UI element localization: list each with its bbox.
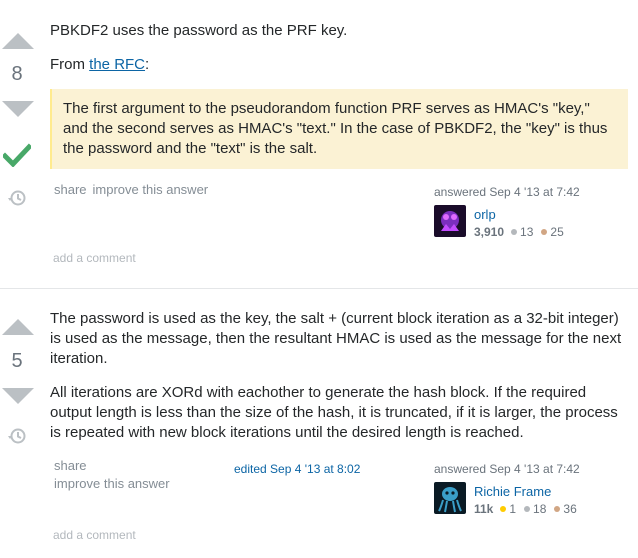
- share-link[interactable]: share: [54, 457, 194, 475]
- answer-body: The password is used as the key, the sal…: [50, 309, 628, 457]
- history-icon[interactable]: [8, 427, 26, 445]
- answer-body: PBKDF2 uses the password as the PRF key.…: [50, 21, 628, 169]
- history-icon[interactable]: [8, 189, 26, 207]
- add-comment-link[interactable]: add a comment: [53, 251, 136, 265]
- answer-1: 8 PBKDF2 uses the password as the PRF ke…: [0, 0, 638, 288]
- answered-timestamp: answered Sep 4 '13 at 7:42: [434, 185, 580, 199]
- user-stats: 11k 1 18 36: [474, 502, 577, 516]
- improve-answer-link[interactable]: improve this answer: [54, 475, 194, 493]
- from-prefix: From: [50, 56, 90, 73]
- add-comment-link[interactable]: add a comment: [53, 528, 136, 542]
- answer-paragraph: The password is used as the key, the sal…: [50, 310, 622, 367]
- gold-badge-icon: [500, 506, 507, 513]
- vote-down-arrow-icon[interactable]: [2, 388, 34, 404]
- improve-answer-link[interactable]: improve this answer: [93, 182, 209, 197]
- answered-timestamp: answered Sep 4 '13 at 7:42: [434, 462, 580, 476]
- edited-timestamp-link[interactable]: edited Sep 4 '13 at 8:02: [234, 462, 360, 476]
- silver-badge-icon: [524, 506, 531, 513]
- bronze-badge-count: 25: [550, 225, 564, 239]
- rfc-link[interactable]: the RFC: [89, 56, 145, 73]
- silver-badge-count: 13: [520, 225, 534, 239]
- answer-paragraph-from: From the RFC:: [50, 55, 628, 75]
- silver-badge-icon: [511, 229, 518, 236]
- user-name-link[interactable]: Richie Frame: [474, 484, 551, 499]
- post-menu: share improve this answer: [54, 181, 214, 199]
- vote-up-arrow-icon[interactable]: [2, 319, 34, 335]
- answer-paragraph: All iterations are XORd with eachother t…: [50, 384, 618, 441]
- avatar-image: [434, 205, 466, 237]
- bronze-badge-count: 36: [563, 502, 577, 516]
- user-name-link[interactable]: orlp: [474, 207, 496, 222]
- avatar-image: [434, 482, 466, 514]
- reputation: 3,910: [474, 225, 505, 239]
- bronze-badge-icon: [541, 229, 548, 236]
- answer-2: 5 The password is used as the key, the s…: [0, 288, 638, 558]
- from-suffix: :: [145, 56, 150, 73]
- vote-down-arrow-icon[interactable]: [2, 101, 34, 117]
- reputation: 11k: [474, 502, 494, 516]
- user-signature: answered Sep 4 '13 at 7:42 orlp 3,910 13 2…: [434, 185, 634, 239]
- gold-badge-count: 1: [509, 502, 517, 516]
- user-signature: answered Sep 4 '13 at 7:42 Richie Frame …: [434, 462, 634, 516]
- user-stats: 3,910 13 25: [474, 225, 564, 239]
- accepted-checkmark-icon: [3, 143, 31, 167]
- answer-paragraph: PBKDF2 uses the password as the PRF key.: [50, 22, 348, 39]
- share-link[interactable]: share: [54, 182, 87, 197]
- blockquote: The first argument to the pseudorandom f…: [50, 89, 628, 169]
- vote-count: 8: [11, 63, 23, 85]
- post-menu: share improve this answer: [54, 457, 194, 493]
- vote-count: 5: [11, 350, 23, 372]
- avatar[interactable]: [434, 482, 466, 514]
- avatar[interactable]: [434, 205, 466, 237]
- bronze-badge-icon: [554, 506, 561, 513]
- vote-up-arrow-icon[interactable]: [2, 33, 34, 49]
- silver-badge-count: 18: [533, 502, 547, 516]
